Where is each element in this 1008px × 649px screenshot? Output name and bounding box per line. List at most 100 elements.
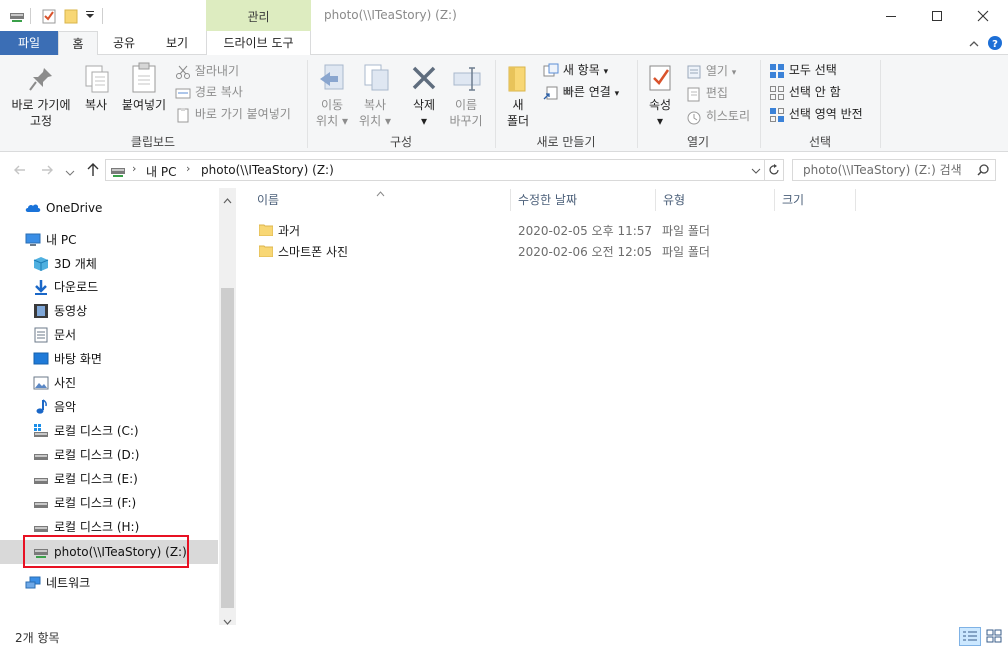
properties-button[interactable]: 속성 ▾ [642,97,678,129]
select-none-icon [770,85,784,100]
copy-to-button[interactable]: 복사 위치 ▾ [355,97,395,129]
address-dropdown-icon[interactable] [751,167,761,175]
delete-icon [410,64,438,95]
new-folder-icon[interactable] [63,8,79,24]
new-folder-big-icon [506,64,530,97]
qat-dropdown-icon[interactable] [84,9,100,25]
document-icon [34,327,48,343]
invert-selection-button[interactable]: 선택 영역 반전 [769,104,863,124]
move-label-line2: 위치 ▾ [316,114,348,128]
sort-ascending-icon [376,186,385,200]
maximize-button[interactable] [914,0,960,31]
nav-item-network[interactable]: 네트워크 [0,572,218,594]
pin-quick-access-button[interactable]: 바로 가기에 고정 [4,97,78,129]
file-row[interactable]: 과거 2020-02-05 오후 11:57 파일 폴더 [250,220,770,240]
tab-share[interactable]: 공유 [104,31,144,55]
drive-icon [34,526,48,532]
nav-label: 음악 [54,400,77,414]
search-placeholder: photo(\\ITeaStory) (Z:) 검색 [803,163,962,177]
select-none-button[interactable]: 선택 안 함 [769,82,841,102]
new-item-button[interactable]: 새 항목 ▾ [543,60,608,80]
column-separator[interactable] [855,189,856,211]
back-button[interactable] [13,163,27,180]
tab-file[interactable]: 파일 [0,31,58,55]
move-label-line1: 이동 [320,98,344,112]
nav-item-3d-objects[interactable]: 3D 개체 [0,253,218,275]
rename-icon [452,66,482,95]
drive-icon[interactable] [9,8,25,24]
nav-item-drive-d[interactable]: 로컬 디스크 (D:) [0,444,218,466]
file-name: 스마트폰 사진 [278,245,349,259]
open-button[interactable]: 열기 ▾ [686,61,736,81]
breadcrumb-this-pc[interactable]: 내 PC [146,163,176,180]
clipboard-group-label: 클립보드 [130,135,176,149]
nav-item-desktop[interactable]: 바탕 화면 [0,348,218,370]
file-row[interactable]: 스마트폰 사진 2020-02-06 오전 12:05 파일 폴더 [250,241,770,261]
new-group-label: 새로 만들기 [536,135,596,149]
move-to-icon [318,63,348,96]
recent-locations-dropdown[interactable] [65,166,75,180]
nav-item-drive-c[interactable]: 로컬 디스크 (C:) [0,420,218,442]
move-to-button[interactable]: 이동 위치 ▾ [312,97,352,129]
breadcrumb-chevron-icon: › [186,162,191,175]
edit-button[interactable]: 편집 [686,83,728,103]
rename-button[interactable]: 이름 바꾸기 [444,97,488,129]
nav-scroll-thumb[interactable] [221,288,234,608]
copy-icon [84,64,110,97]
nav-item-music[interactable]: 음악 [0,396,218,418]
folder-icon [259,224,273,236]
search-input[interactable]: photo(\\ITeaStory) (Z:) 검색 [792,159,996,181]
drive-icon [111,168,125,177]
large-icons-view-icon [986,629,1002,643]
delete-label: 삭제 [412,98,436,112]
svg-text:?: ? [992,39,998,50]
nav-item-drive-e[interactable]: 로컬 디스크 (E:) [0,468,218,490]
refresh-button[interactable] [764,159,784,181]
history-button[interactable]: 히스토리 [686,106,750,126]
select-all-button[interactable]: 모두 선택 [769,60,837,80]
copy-button[interactable]: 복사 [78,97,114,113]
pin-label-line2: 고정 [29,114,53,128]
nav-item-pictures[interactable]: 사진 [0,372,218,394]
refresh-icon [768,164,779,175]
nav-item-documents[interactable]: 문서 [0,324,218,346]
up-button[interactable] [86,162,100,181]
paste-shortcut-button[interactable]: 바로 가기 붙여넣기 [175,104,291,124]
3d-cube-icon [33,257,49,271]
group-separator [880,60,881,148]
cut-button[interactable]: 잘라내기 [175,61,239,81]
forward-button[interactable] [40,163,54,180]
details-view-button[interactable] [959,627,981,646]
music-note-icon [36,399,47,414]
delete-button[interactable]: 삭제 ▾ [404,97,444,129]
nav-item-this-pc[interactable]: 내 PC [0,229,218,251]
tab-view[interactable]: 보기 [156,31,198,55]
copy-path-button[interactable]: 경로 복사 [175,82,243,102]
nav-item-downloads[interactable]: 다운로드 [0,276,218,298]
column-header-type[interactable]: 유형 [656,189,774,211]
minimize-button[interactable] [868,0,914,31]
nav-item-drive-f[interactable]: 로컬 디스크 (F:) [0,492,218,514]
nav-label: 로컬 디스크 (C:) [54,424,139,438]
help-icon[interactable]: ? [988,36,1002,53]
paste-button[interactable]: 붙여넣기 [117,97,171,113]
scroll-up-icon[interactable] [223,193,232,207]
breadcrumb-drive-z[interactable]: photo(\\ITeaStory) (Z:) [201,163,334,177]
drive-icon [34,478,48,484]
close-button[interactable] [960,0,1006,31]
properties-check-icon[interactable] [41,8,57,24]
tab-drive-tools[interactable]: 드라이브 도구 [206,31,311,55]
nav-item-onedrive[interactable]: OneDrive [0,197,218,219]
collapse-ribbon-icon[interactable] [968,38,980,52]
address-bar[interactable]: › 내 PC › photo(\\ITeaStory) (Z:) [105,159,765,181]
manage-label: 관리 [247,10,270,24]
nav-item-videos[interactable]: 동영상 [0,300,218,322]
nav-label: 다운로드 [54,280,99,294]
easy-access-button[interactable]: 빠른 연결 ▾ [543,82,619,102]
easy-access-label: 빠른 연결 [562,85,611,99]
new-folder-button[interactable]: 새 폴더 [500,97,536,129]
column-header-size[interactable]: 크기 [775,189,855,211]
large-icons-view-button[interactable] [984,627,1004,646]
tab-home[interactable]: 홈 [58,31,98,56]
column-header-modified[interactable]: 수정한 날짜 [511,189,655,211]
